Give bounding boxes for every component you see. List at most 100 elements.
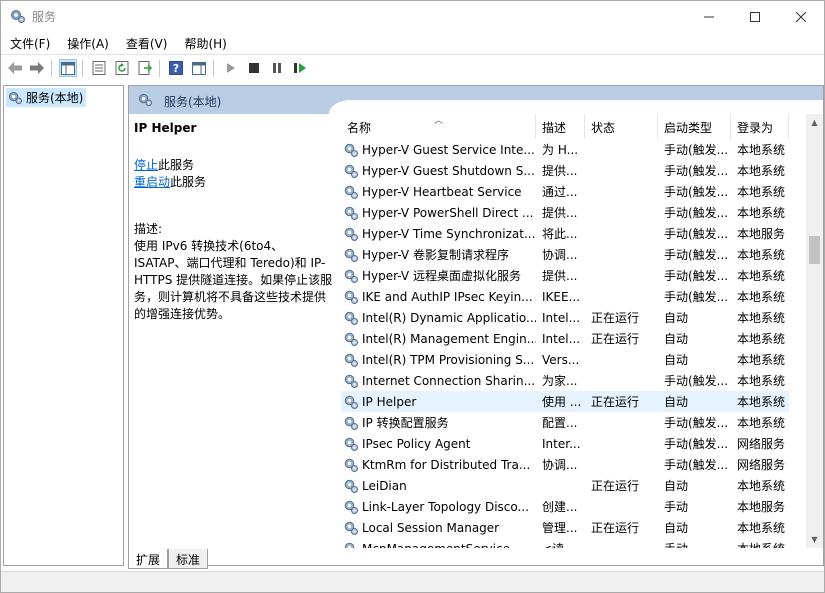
service-gear-icon [343,394,359,410]
service-gear-icon [343,415,359,431]
tree-item-services-local[interactable]: 服务(本地) [6,88,87,107]
cell-logon: 本地系统 [731,349,789,370]
table-row[interactable]: Intel(R) Management Engin... Intel... 正在运行… [341,328,789,349]
table-row[interactable]: Internet Connection Sharin... 为家... 手动(触发.… [341,370,789,391]
cell-text: IKEE... [542,289,581,304]
cell-logon: 本地服务 [731,496,789,517]
table-row[interactable]: IPsec Policy Agent Inter... 手动(触发... 网络服务 [341,433,789,454]
menu-help[interactable]: 帮助(H) [175,32,234,54]
restart-service-link[interactable]: 重启动 [134,175,170,189]
cell-text: 管理... [542,521,578,535]
cell-desc: 将此... [536,223,585,244]
column-header-name[interactable]: ︿ 名称 [341,114,536,139]
cell-text: 网络服务 [737,437,786,451]
cell-status [585,244,658,265]
tab-standard[interactable]: 标准 [168,549,209,569]
table-row[interactable]: IKE and AuthIP IPsec Keyin... IKEE... 手动(触… [341,286,789,307]
cell-text: 本地系统 [737,206,786,220]
cell-text: 手动(触发... [664,206,729,220]
restart-service-icon[interactable] [291,59,309,77]
cell-desc: Inter... [536,433,585,454]
menu-view[interactable]: 查看(V) [117,32,176,54]
cell-text: 本地系统 [737,374,786,388]
table-row[interactable]: Hyper-V PowerShell Direct ... 提供... 手动(触发.… [341,202,789,223]
cell-logon: 本地服务 [731,223,789,244]
cell-text: 协调... [542,248,578,262]
cell-logon: 本地系统 [731,307,789,328]
cell-text: 手动 [664,540,688,548]
maximize-button[interactable] [732,1,778,32]
tab-extended[interactable]: 扩展 [128,549,169,569]
services-gear-icon [138,92,153,110]
cell-name: Hyper-V Guest Shutdown S... [341,160,536,181]
table-row[interactable]: Hyper-V Guest Shutdown S... 提供... 手动(触发...… [341,160,789,181]
cell-startup: 手动(触发... [658,202,731,223]
menu-action[interactable]: 操作(A) [58,32,117,54]
start-service-icon[interactable] [222,59,240,77]
table-row[interactable]: LeiDian 正在运行 自动 本地系统 [341,475,789,496]
service-gear-icon [343,163,359,179]
properties-icon[interactable] [90,59,108,77]
cell-text: 为 H... [542,143,579,157]
table-row[interactable]: Hyper-V 卷影复制请求程序 协调... 手动(触发... 本地系统 [341,244,789,265]
column-header-status[interactable]: 状态 [585,114,658,139]
export-list-icon[interactable] [136,59,154,77]
cell-text: McpManagementService [362,542,510,549]
cell-startup: 自动 [658,475,731,496]
cell-text: 手动(触发... [664,437,729,451]
show-hide-pane-icon[interactable] [190,59,208,77]
cell-text: 创建... [542,500,578,514]
cell-text: 本地系统 [737,311,786,325]
cell-name: Hyper-V 远程桌面虚拟化服务 [341,265,536,286]
table-row[interactable]: Link-Layer Topology Disco... 创建... 手动 本地服务 [341,496,789,517]
table-row[interactable]: Intel(R) TPM Provisioning S... Vers... 自动 本… [341,349,789,370]
cell-text: <读... [542,540,576,548]
stop-service-link[interactable]: 停止 [134,158,158,172]
cell-text: Vers... [542,352,580,367]
table-row[interactable]: McpManagementService <读... 手动 本地系统 [341,538,789,548]
table-row[interactable]: KtmRm for Distributed Tra... 协调... 手动(触发..… [341,454,789,475]
table-row[interactable]: IP 转换配置服务 配置... 手动(触发... 本地系统 [341,412,789,433]
vertical-scrollbar[interactable]: ▲ ▼ [806,114,823,548]
cell-logon: 本地系统 [731,412,789,433]
help-icon[interactable]: ? [167,59,185,77]
table-row[interactable]: Hyper-V 远程桌面虚拟化服务 提供... 手动(触发... 本地系统 [341,265,789,286]
cell-logon: 本地系统 [731,328,789,349]
cell-desc: IKEE... [536,286,585,307]
back-icon[interactable] [6,59,24,77]
table-row[interactable]: Hyper-V Guest Service Inte... 为 H... 手动(触发… [341,139,789,160]
stop-service-icon[interactable] [245,59,263,77]
cell-text: Link-Layer Topology Disco... [362,499,529,514]
cell-desc: 提供... [536,265,585,286]
minimize-button[interactable] [686,1,732,32]
toolbar-divider [213,60,214,77]
table-row[interactable]: Intel(R) Dynamic Applicatio... Intel... 正在… [341,307,789,328]
console-tree-icon[interactable] [59,59,77,77]
pause-service-icon[interactable] [268,59,286,77]
cell-logon: 本地系统 [731,160,789,181]
toolbar: ? [1,55,824,81]
table-row[interactable]: Hyper-V Time Synchronizat... 将此... 手动(触发..… [341,223,789,244]
refresh-icon[interactable] [113,59,131,77]
stop-action: 停止此服务 [134,157,334,174]
scrollbar-thumb[interactable] [809,236,820,264]
cell-text: Intel(R) TPM Provisioning S... [362,352,535,367]
cell-name: Hyper-V PowerShell Direct ... [341,202,536,223]
status-bar [1,571,824,592]
close-button[interactable] [778,1,824,32]
menu-file[interactable]: 文件(F) [1,32,58,54]
cell-status: 正在运行 [585,307,658,328]
services-pane: 服务(本地) IP Helper 停止此服务 重启动此服务 描述: 使用 IPv… [128,85,824,566]
column-header-desc[interactable]: 描述 [536,114,585,139]
cell-logon: 本地系统 [731,391,789,412]
table-row[interactable]: Hyper-V Heartbeat Service 通过... 手动(触发... 本地… [341,181,789,202]
forward-icon[interactable] [28,59,46,77]
cell-text: 手动(触发... [664,269,729,283]
table-row[interactable]: Local Session Manager 管理... 正在运行 自动 本地系统 [341,517,789,538]
cell-desc: Intel... [536,328,585,349]
scroll-up-icon[interactable]: ▲ [806,114,823,131]
table-row[interactable]: IP Helper 使用 ... 正在运行 自动 本地系统 [341,391,789,412]
column-header-logon-as[interactable]: 登录为 [731,114,789,139]
scroll-down-icon[interactable]: ▼ [806,531,823,548]
column-header-startup-type[interactable]: 启动类型 [658,114,731,139]
